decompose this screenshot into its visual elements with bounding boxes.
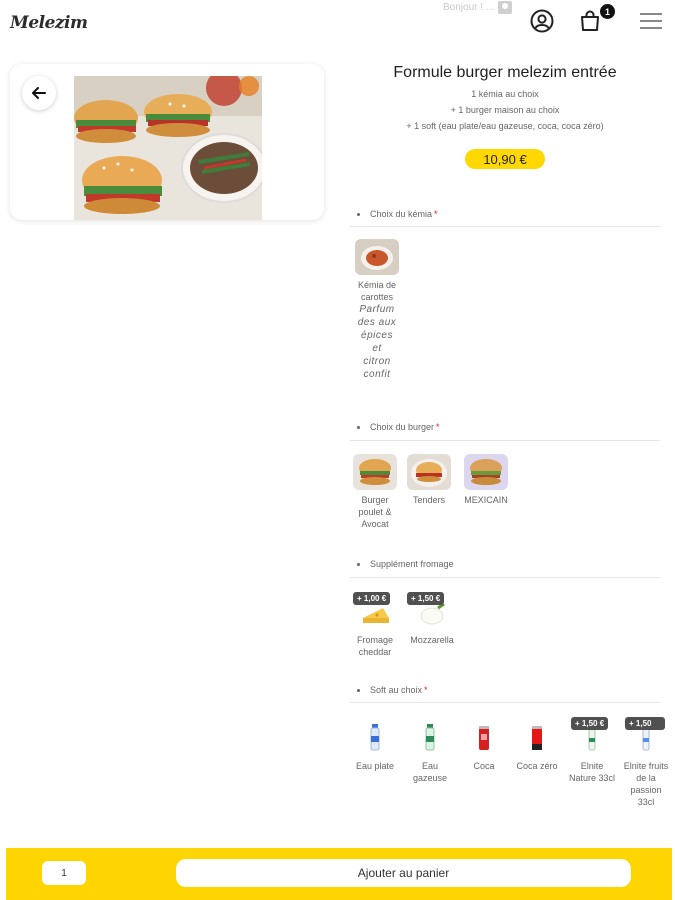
- option-label: Fromage cheddar: [356, 635, 393, 657]
- option-soft-coca-zero[interactable]: Coca zéro: [513, 720, 561, 772]
- surcharge-badge: + 1,50 €: [407, 592, 445, 605]
- bullet-icon: [357, 425, 360, 429]
- section-title: Soft au choix: [370, 685, 423, 695]
- bullet-icon: [357, 212, 360, 216]
- hamburger-menu-icon[interactable]: [640, 12, 662, 30]
- divider: [350, 226, 660, 227]
- option-kemia-carottes[interactable]: Kémia de carottes Parfum des aux épices …: [349, 239, 405, 381]
- back-button[interactable]: [22, 76, 56, 110]
- product-description-line: + 1 burger maison au choix: [450, 105, 560, 115]
- bullet-icon: [357, 562, 360, 566]
- section-kemia-header: Choix du kémia *: [357, 209, 438, 219]
- surcharge-badge: + 1,50 €: [571, 717, 609, 730]
- greeting-text: Bonjour ! ...: [443, 2, 495, 13]
- option-label: Elnite fruits de la passion 33cl: [623, 761, 669, 807]
- option-burger-tenders[interactable]: Tenders: [405, 454, 453, 506]
- option-thumbnail: [353, 454, 397, 490]
- quantity-input[interactable]: 1: [42, 861, 86, 885]
- option-thumbnail: [464, 454, 508, 490]
- option-thumbnail: [408, 720, 452, 756]
- option-soft-coca[interactable]: Coca: [460, 720, 508, 772]
- option-thumbnail: [355, 239, 399, 275]
- option-label: Coca: [473, 761, 495, 771]
- section-title: Supplément fromage: [370, 559, 454, 569]
- option-extra-text: Parfum des aux épices et citron confit: [357, 304, 397, 380]
- bullet-icon: [357, 688, 360, 692]
- option-thumbnail: [462, 720, 506, 756]
- option-label: Eau plate: [355, 761, 395, 771]
- option-label: Eau gazeuse: [412, 761, 448, 783]
- required-marker: *: [424, 685, 428, 695]
- product-photo: [74, 76, 262, 220]
- required-marker: *: [436, 422, 440, 432]
- option-label: Tenders: [412, 495, 446, 505]
- section-title: Choix du burger: [370, 422, 435, 432]
- cart-count-badge: 1: [600, 4, 615, 19]
- section-fromage-header: Supplément fromage: [357, 559, 454, 569]
- arrow-left-icon: [32, 87, 46, 99]
- section-soft-header: Soft au choix *: [357, 685, 428, 695]
- option-label: Elnite Nature 33cl: [568, 761, 616, 783]
- option-label: Burger poulet & Avocat: [358, 495, 392, 529]
- price-badge: 10,90 €: [465, 149, 545, 169]
- divider: [350, 440, 660, 441]
- option-label: MEXICAIN: [464, 495, 508, 505]
- option-thumbnail: [407, 454, 451, 490]
- divider: [350, 577, 660, 578]
- option-burger-mexicain[interactable]: MEXICAIN: [458, 454, 514, 506]
- option-thumbnail: [353, 720, 397, 756]
- greeting: Bonjour ! ...: [443, 1, 513, 14]
- user-avatar-icon: [498, 1, 513, 14]
- surcharge-badge: + 1,50: [625, 717, 665, 730]
- option-label: Kémia de carottes: [357, 280, 397, 302]
- header: Melezim Bonjour ! ... 1: [0, 0, 675, 46]
- option-soft-elnite-passion[interactable]: Elnite fruits de la passion 33cl: [622, 720, 670, 808]
- option-label: Coca zéro: [516, 761, 558, 771]
- product-description-line: 1 kémia au choix: [471, 89, 539, 99]
- option-thumbnail: [515, 720, 559, 756]
- required-marker: *: [434, 209, 438, 219]
- logo[interactable]: Melezim: [10, 13, 88, 33]
- divider: [350, 702, 660, 703]
- option-soft-eau-gazeuse[interactable]: Eau gazeuse: [405, 720, 455, 784]
- product-description-line: + 1 soft (eau plate/eau gazeuse, coca, c…: [406, 121, 604, 131]
- section-burger-header: Choix du burger *: [357, 422, 440, 432]
- user-circle-icon[interactable]: [530, 9, 554, 33]
- surcharge-badge: + 1,00 €: [353, 592, 391, 605]
- add-to-cart-button[interactable]: Ajouter au panier: [176, 859, 631, 887]
- shopping-bag-icon[interactable]: [578, 9, 602, 33]
- option-burger-poulet-avocat[interactable]: Burger poulet & Avocat: [349, 454, 401, 530]
- option-label: Mozzarella: [410, 635, 454, 645]
- option-soft-eau-plate[interactable]: Eau plate: [349, 720, 401, 772]
- product-title: Formule burger melezim entrée: [393, 64, 617, 81]
- section-title: Choix du kémia: [370, 209, 433, 219]
